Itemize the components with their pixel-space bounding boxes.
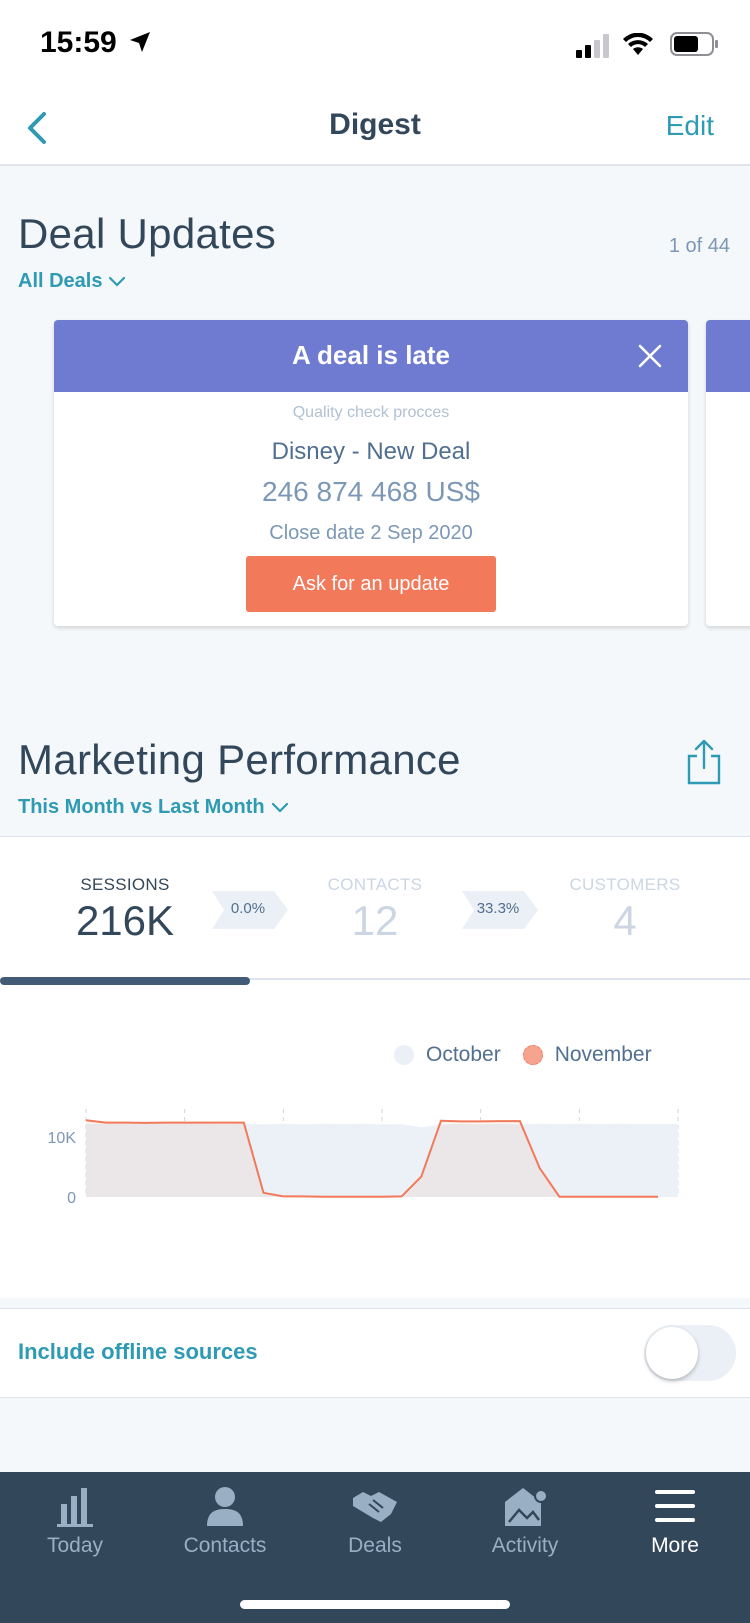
- offline-sources-toggle[interactable]: [644, 1325, 736, 1381]
- deal-card-header: [54, 320, 688, 392]
- tab-label: Activity: [491, 1534, 559, 1557]
- chart-legend: October November: [394, 1043, 674, 1067]
- legend-label: October: [426, 1043, 501, 1066]
- tab-label: More: [651, 1534, 699, 1557]
- rate-text: 0.0%: [230, 900, 266, 917]
- status-time: 15:59: [40, 26, 151, 60]
- metric-label: SESSIONS: [80, 875, 170, 894]
- home-indicator: [240, 1600, 510, 1609]
- y-tick-label: 0: [67, 1190, 76, 1207]
- y-tick-label: 10K: [48, 1130, 77, 1147]
- nav-bar: Digest Edit: [0, 90, 750, 166]
- battery-icon: [670, 32, 718, 56]
- tab-activity[interactable]: Activity: [450, 1472, 600, 1582]
- deal-updates-title: Deal Updates: [18, 210, 277, 257]
- deal-stage: Quality check procces: [292, 404, 450, 421]
- rate-text: 33.3%: [476, 900, 520, 917]
- deal-pager: 1 of 44: [668, 235, 730, 257]
- marketing-performance-title: Marketing Performance: [18, 736, 461, 783]
- all-deals-dropdown[interactable]: All Deals: [18, 270, 126, 293]
- status-bar: 15:59: [0, 0, 750, 90]
- tab-label: Contacts: [183, 1534, 267, 1557]
- signal-icon: [576, 34, 609, 58]
- bar-chart-icon: [57, 1488, 93, 1527]
- legend-swatch-november: [522, 1045, 543, 1065]
- metric-contacts[interactable]: CONTACTS 12: [275, 875, 475, 945]
- tab-label: Deals: [348, 1534, 402, 1557]
- deal-card[interactable]: A deal is late Quality check procces Dis…: [54, 320, 688, 626]
- metric-value: 4: [613, 897, 637, 944]
- status-time-text: 15:59: [40, 26, 117, 59]
- legend-october: October: [394, 1043, 501, 1067]
- close-icon: [638, 344, 662, 368]
- chevron-left-icon: [28, 112, 46, 144]
- ask-for-update-button[interactable]: Ask for an update: [246, 556, 496, 612]
- chevron-down-icon: [109, 276, 126, 287]
- period-dropdown[interactable]: This Month vs Last Month: [18, 796, 289, 819]
- metric-sessions[interactable]: SESSIONS 216K: [25, 875, 225, 945]
- next-deal-card[interactable]: [706, 320, 750, 626]
- sessions-chart: 10K 0: [48, 1109, 679, 1207]
- legend-november: November: [522, 1043, 652, 1067]
- chevron-down-icon: [271, 802, 288, 813]
- offline-sources-row: Include offline sources: [0, 1308, 750, 1398]
- share-icon: [687, 739, 721, 785]
- metric-value: 12: [351, 897, 399, 944]
- edit-button[interactable]: Edit: [666, 110, 714, 142]
- legend-swatch-october: [394, 1045, 414, 1065]
- tab-today[interactable]: Today: [0, 1472, 150, 1582]
- activity-icon: [505, 1488, 548, 1526]
- deal-name[interactable]: Disney - New Deal: [54, 438, 688, 466]
- share-button[interactable]: [684, 738, 724, 786]
- handshake-icon: [353, 1492, 397, 1522]
- tab-deals[interactable]: Deals: [300, 1472, 450, 1582]
- wifi-icon: [623, 33, 653, 55]
- tab-more[interactable]: More: [600, 1472, 750, 1582]
- back-button[interactable]: [18, 106, 62, 150]
- deal-amount: 246 874 468 US$: [262, 476, 480, 507]
- metric-label: CUSTOMERS: [569, 875, 681, 894]
- metric-value: 216K: [75, 897, 175, 944]
- period-label: This Month vs Last Month: [18, 796, 265, 818]
- metric-label: CONTACTS: [327, 875, 423, 894]
- page-title: Digest: [329, 108, 421, 141]
- all-deals-label: All Deals: [18, 270, 103, 292]
- dismiss-card-button[interactable]: [632, 338, 668, 374]
- legend-label: November: [554, 1043, 652, 1066]
- metric-customers[interactable]: CUSTOMERS 4: [525, 875, 725, 945]
- menu-icon: [655, 1490, 695, 1522]
- tab-contacts[interactable]: Contacts: [150, 1472, 300, 1582]
- toggle-knob: [646, 1327, 698, 1379]
- location-arrow-icon: [130, 32, 151, 52]
- offline-sources-label: Include offline sources: [18, 1339, 258, 1364]
- deal-close-date: Close date 2 Sep 2020: [269, 522, 473, 544]
- next-deal-card-header: [706, 320, 750, 392]
- metrics-panel: SESSIONS 216K 0.0% CONTACTS 12 33.3% CUS…: [0, 836, 750, 1298]
- metric-tab-indicator: [0, 977, 250, 985]
- person-icon: [207, 1487, 243, 1526]
- tab-label: Today: [46, 1534, 104, 1557]
